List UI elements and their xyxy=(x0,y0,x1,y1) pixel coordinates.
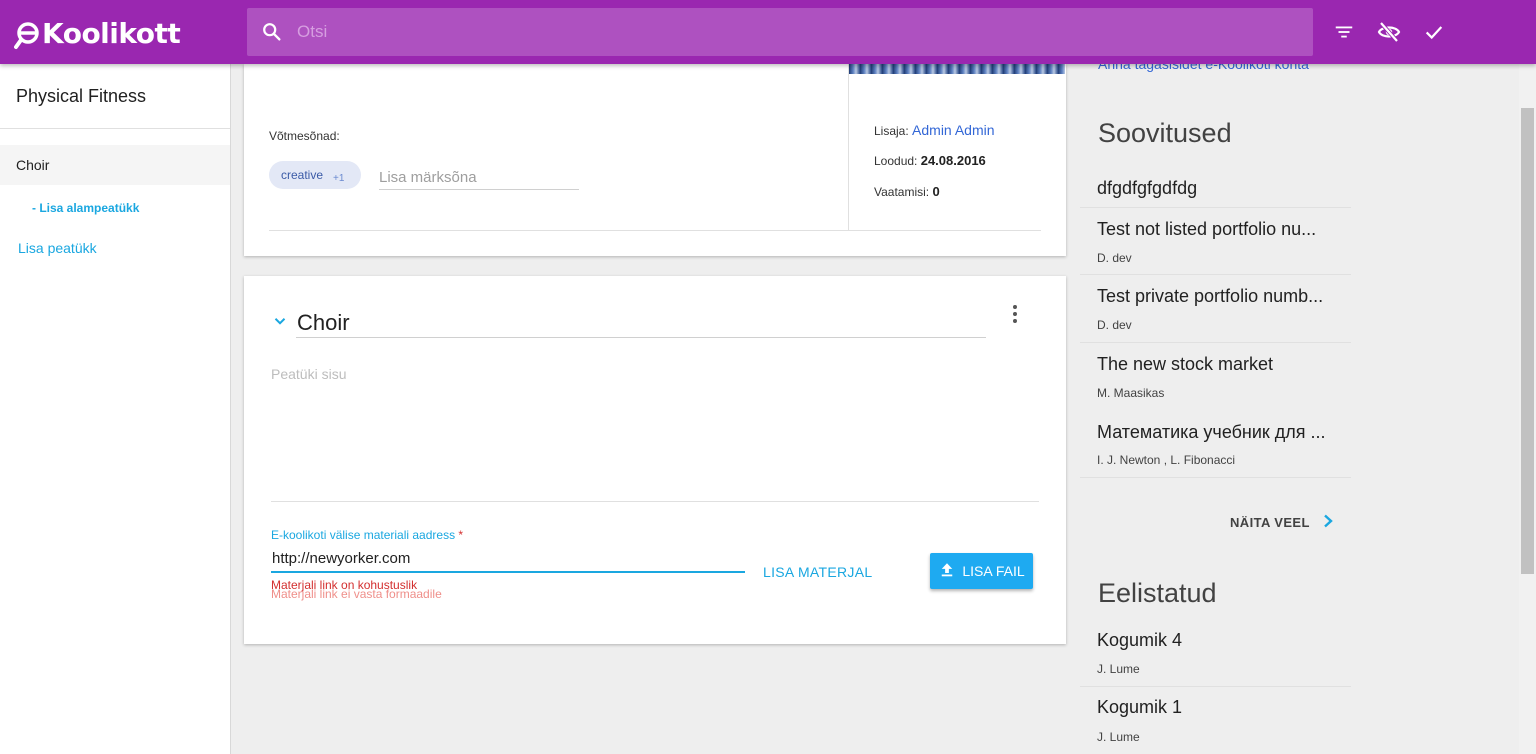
list-item-author: J. Lume xyxy=(1097,662,1140,676)
added-by-label: Lisaja: xyxy=(874,124,913,138)
sidebar-divider xyxy=(0,128,230,129)
list-item-author: I. J. Newton , L. Fibonacci xyxy=(1097,453,1236,467)
scrollbar-thumb[interactable] xyxy=(1521,108,1534,574)
card-divider-vertical xyxy=(848,64,849,230)
add-subchapter-link[interactable]: - Lisa alampeatükk xyxy=(32,201,139,215)
show-more-button[interactable]: NÄITA VEEL xyxy=(1230,514,1334,531)
list-item[interactable]: Test private portfolio numb... D. dev xyxy=(1080,275,1351,343)
url-label-text: E-koolikoti välise materiali aadress xyxy=(271,528,456,542)
required-marker: * xyxy=(458,528,464,542)
search-input[interactable] xyxy=(297,8,1313,56)
search-icon[interactable] xyxy=(247,8,297,56)
list-item-title: Kogumik 1 xyxy=(1097,697,1183,717)
logo-text: Koolikott xyxy=(42,16,181,50)
views-count: 0 xyxy=(932,184,940,199)
list-item[interactable]: Test not listed portfolio nu... D. dev xyxy=(1080,208,1351,275)
sidebar-item-label: Choir xyxy=(16,157,50,173)
favorites-title: Eelistatud xyxy=(1098,578,1217,608)
logo[interactable]: Koolikott xyxy=(14,12,181,54)
created-row: Loodud: 24.08.2016 xyxy=(874,153,986,168)
add-chapter-link[interactable]: Lisa peatükk xyxy=(18,240,97,256)
keyword-chip[interactable]: creative +1 xyxy=(269,161,361,189)
views-row: Vaatamisi: 0 xyxy=(874,184,940,199)
portfolio-thumbnail xyxy=(849,64,1065,74)
chapter-divider xyxy=(271,501,1039,502)
keyword-chip-count: +1 xyxy=(333,173,345,184)
list-item-title: Test private portfolio numb... xyxy=(1097,286,1324,306)
added-by-row: Lisaja: Admin Admin xyxy=(874,122,995,138)
list-item-title: Test not listed portfolio nu... xyxy=(1097,219,1317,239)
list-item[interactable]: Kogumik 4 J. Lume xyxy=(1080,619,1351,687)
list-item-author: D. dev xyxy=(1097,251,1132,265)
top-app-bar: Koolikott xyxy=(0,0,1536,64)
created-label: Loodud: xyxy=(874,154,921,168)
list-item[interactable]: The new stock market M. Maasikas xyxy=(1080,343,1351,411)
portfolio-summary-card: Võtmesõnad: creative +1 Lisaja: Admin Ad… xyxy=(244,64,1066,256)
views-label: Vaatamisi: xyxy=(874,185,933,199)
show-more-label: NÄITA VEEL xyxy=(1230,515,1310,530)
more-vert-icon[interactable] xyxy=(1004,302,1026,326)
chevron-down-icon[interactable] xyxy=(271,312,289,330)
logo-e-icon xyxy=(14,17,40,49)
list-item-title: Kogumik 4 xyxy=(1097,630,1183,650)
keyword-input[interactable] xyxy=(379,166,579,190)
list-item-author: M. Maasikas xyxy=(1097,386,1165,400)
list-item-title: Математика учебник для ... xyxy=(1097,422,1326,442)
url-error-required: Materjali link on kohustuslik xyxy=(271,578,418,592)
list-item[interactable]: dfgdfgfgdfdg xyxy=(1080,172,1351,208)
chapter-title-input[interactable] xyxy=(296,308,986,338)
chevron-right-icon xyxy=(1322,514,1334,531)
add-file-button[interactable]: LISA FAIL xyxy=(930,553,1033,589)
material-url-input[interactable] xyxy=(271,546,745,573)
recommendations-title: Soovitused xyxy=(1098,118,1232,148)
list-item-author: D. dev xyxy=(1097,318,1132,332)
list-item-title: dfgdfgfgdfdg xyxy=(1097,178,1198,198)
keyword-chip-label: creative xyxy=(281,168,324,182)
created-date: 24.08.2016 xyxy=(920,153,986,168)
add-material-button[interactable]: LISA MATERJAL xyxy=(763,564,872,580)
chapter-content-editor[interactable]: Peatüki sisu xyxy=(271,366,346,382)
list-divider xyxy=(1080,477,1351,478)
upload-icon xyxy=(938,561,956,582)
list-item[interactable]: Kogumik 1 J. Lume xyxy=(1080,687,1351,754)
list-item-title: The new stock market xyxy=(1097,354,1274,374)
search-bar xyxy=(247,8,1313,56)
keywords-label: Võtmesõnad: xyxy=(269,129,340,143)
eye-off-icon[interactable] xyxy=(1373,16,1405,48)
chapter-card: Peatüki sisu E-koolikoti välise material… xyxy=(244,276,1066,644)
list-item[interactable]: Математика учебник для ... I. J. Newton … xyxy=(1080,411,1351,478)
check-icon[interactable] xyxy=(1418,16,1450,48)
add-file-label: LISA FAIL xyxy=(962,563,1025,579)
sidebar-title: Physical Fitness xyxy=(16,86,147,106)
url-field-label: E-koolikoti välise materiali aadress * xyxy=(271,528,463,542)
sidebar-item-choir[interactable]: Choir xyxy=(0,145,230,185)
card-divider-horizontal xyxy=(269,230,1041,231)
sidebar: Physical Fitness Choir - Lisa alampeatük… xyxy=(0,64,231,754)
list-item-author: J. Lume xyxy=(1097,730,1140,744)
filter-icon[interactable] xyxy=(1328,16,1360,48)
added-by-link[interactable]: Admin Admin xyxy=(912,122,994,138)
